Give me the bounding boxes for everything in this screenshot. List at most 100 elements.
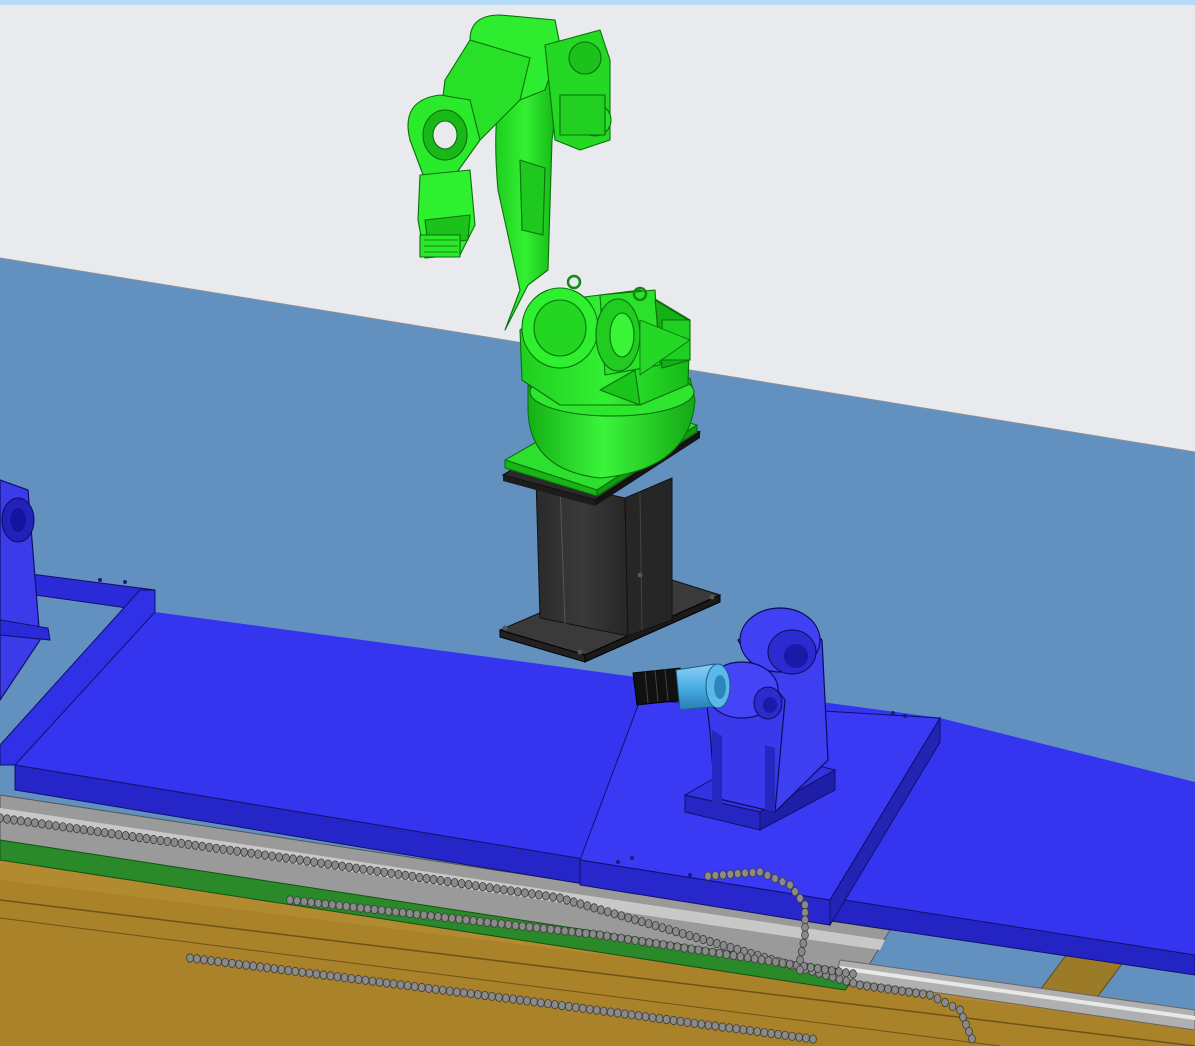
chain-link [530,997,538,1007]
chain-link [396,980,405,990]
chain-link [205,842,214,852]
chain-link [441,912,449,923]
chain-link [233,846,242,856]
chain-link [256,962,265,972]
chain-link [849,978,857,988]
chain-link [582,928,590,939]
chain-link [567,927,576,937]
chain-link [596,930,604,940]
chain-link [370,904,379,915]
chain-link [485,883,494,893]
chain-link [394,869,403,880]
chain-link [551,1000,559,1010]
chain-link [352,863,361,873]
chain-link [760,1028,768,1038]
chain-link [291,966,300,977]
chain-link [706,936,714,947]
chain-link [711,870,720,881]
cad-3d-viewport[interactable] [0,0,1195,1046]
chain-link [821,964,829,975]
chain-link [247,848,256,858]
chain-link [401,870,410,881]
chain-link [750,954,759,964]
chain-link [382,978,391,988]
chain-link [317,858,325,868]
chain-link [427,911,435,921]
chain-link [303,856,311,866]
chain-link [828,966,836,976]
chain-link [72,824,81,834]
chain-link [651,921,660,931]
chain-link [634,1011,643,1021]
chain-link [729,950,738,961]
chain-link [535,890,543,900]
chain-link [556,893,564,903]
chain-link [518,921,527,931]
chain-link [410,981,419,992]
chain-link [678,928,687,939]
chain-link [286,895,294,905]
chain-link [499,885,508,895]
chain-link [764,956,773,966]
chain-link [562,895,571,905]
chain-link [469,916,478,926]
chain-link [941,997,949,1008]
chain-link [235,959,243,969]
chain-link [3,814,11,824]
chain-link [478,882,487,892]
chain-link [673,942,682,952]
chain-link [513,887,522,897]
chain-link [373,866,382,876]
chain-link [398,908,407,918]
chain-link [778,958,787,968]
chain-link [528,889,536,899]
chain-link [778,877,787,887]
chain-link [725,1023,734,1033]
chain-link [464,879,473,890]
chain-link [128,831,137,842]
chain-link [891,985,899,995]
chain-link [704,871,712,881]
chain-link [359,864,368,874]
chain-link [214,956,222,967]
chain-link [331,860,339,870]
chain-link [806,962,815,973]
chain-link [100,828,109,838]
chain-link [564,1001,573,1012]
chain-link [645,937,653,948]
chain-link [261,850,269,860]
chain-link [685,930,694,941]
chain-link [488,991,496,1002]
chain-link [746,1026,754,1036]
chain-link [726,869,735,879]
chain-link [284,965,293,976]
chain-link [715,948,724,959]
chain-link [801,930,809,940]
chain-link [354,974,363,985]
chain-link [462,915,470,925]
chain-link [613,1008,622,1018]
chain-link [361,975,370,985]
chain-link [788,1031,796,1041]
chain-link [114,829,123,840]
chain-link [17,816,25,826]
scene-canvas[interactable] [0,0,1195,1046]
chain-link [756,867,764,877]
chain-link [753,1027,761,1037]
chain-link [226,845,235,855]
chain-link [849,969,857,979]
chain-link [641,1012,650,1022]
chain-link [270,964,279,974]
chain-link [919,989,927,999]
chain-link [575,927,583,938]
chain-link [659,940,667,950]
chain-link [492,884,501,894]
chain-link [502,993,510,1003]
chain-link [585,1004,594,1014]
chain-link [391,907,400,917]
chain-link [242,960,251,970]
chain-link [249,961,258,971]
chain-link [254,849,262,859]
chain-link [926,990,934,1000]
chain-link [631,915,639,925]
